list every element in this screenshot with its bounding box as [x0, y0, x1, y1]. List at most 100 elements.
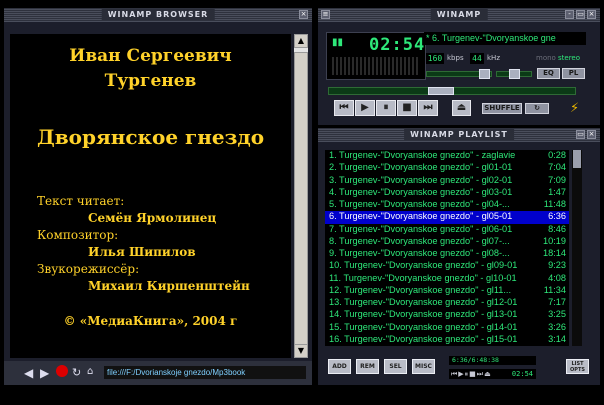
home-icon[interactable]: ⌂	[87, 366, 93, 377]
scroll-up-icon[interactable]: ▲	[294, 34, 308, 48]
playlist-item[interactable]: 14. Turgenev-"Dvoryanskoe gnezdo" - gl13…	[325, 309, 569, 321]
stop-icon[interactable]	[56, 365, 68, 377]
playlist-item[interactable]: 16. Turgenev-"Dvoryanskoe gnezdo" - gl15…	[325, 334, 569, 346]
balance-slider[interactable]	[496, 69, 532, 79]
playlist-item[interactable]: 10. Turgenev-"Dvoryanskoe gnezdo" - gl09…	[325, 260, 569, 272]
copyright-text: © «МедиаКнига», 2004 г	[63, 314, 238, 328]
eject-icon[interactable]: ⏏	[452, 100, 471, 116]
playlist-toggle-button[interactable]: PL	[562, 68, 585, 79]
reader-label: Текст читает:	[37, 194, 125, 208]
playlist-item[interactable]: 6. Turgenev-"Dvoryanskoe gnezdo" - gl05-…	[325, 211, 569, 224]
visualizer[interactable]	[332, 57, 418, 75]
playlist-item-title: 16. Turgenev-"Dvoryanskoe gnezdo" - gl15…	[329, 333, 518, 344]
playlist-item[interactable]: 5. Turgenev-"Dvoryanskoe gnezdo" - gl04-…	[325, 199, 569, 211]
browser-scrollbar[interactable]: ▲ ▼	[294, 34, 308, 358]
playlist-item-duration: 0:28	[548, 150, 566, 160]
sound-engineer-label: Звукорежиссёр:	[37, 262, 140, 276]
main-title: WINAMP	[430, 9, 488, 20]
back-icon[interactable]: ◀	[24, 366, 33, 380]
previous-icon[interactable]: ⏮	[334, 100, 354, 116]
playlist-window: WINAMP PLAYLIST ▭ × 1. Turgenev-"Dvoryan…	[318, 128, 600, 385]
playlist-item[interactable]: 4. Turgenev-"Dvoryanskoe gnezdo" - gl03-…	[325, 187, 569, 199]
playlist-item-title: 4. Turgenev-"Dvoryanskoe gnezdo" - gl03-…	[329, 186, 513, 197]
playlist-item[interactable]: 12. Turgenev-"Dvoryanskoe gnezdo" - gl11…	[325, 285, 569, 297]
select-button[interactable]: SEL	[384, 359, 407, 374]
menu-icon[interactable]: ≡	[321, 10, 330, 19]
playlist-item-title: 9. Turgenev-"Dvoryanskoe gnezdo" - gl08-…	[329, 248, 510, 258]
play-indicator-icon: ▮▮	[332, 37, 344, 48]
forward-icon[interactable]: ▶	[40, 366, 49, 380]
browser-titlebar[interactable]: WINAMP BROWSER ×	[4, 8, 312, 22]
playlist-titlebar[interactable]: WINAMP PLAYLIST ▭ ×	[318, 128, 600, 142]
scroll-thumb[interactable]	[294, 52, 308, 352]
play-icon[interactable]: ▶	[355, 100, 375, 116]
playlist-item[interactable]: 1. Turgenev-"Dvoryanskoe gnezdo" - zagla…	[325, 150, 569, 162]
minimize-icon[interactable]: -	[565, 10, 574, 19]
playlist-scrollbar[interactable]	[572, 150, 582, 346]
stop-icon[interactable]: ■	[397, 100, 417, 116]
eq-button[interactable]: EQ	[537, 68, 560, 79]
list-options-button[interactable]: LIST OPTS	[566, 359, 589, 374]
playlist-item-title: 3. Turgenev-"Dvoryanskoe gnezdo" - gl02-…	[329, 174, 513, 185]
remove-button[interactable]: REM	[356, 359, 379, 374]
sound-engineer-name: Михаил Киршенштейн	[88, 279, 250, 293]
playlist-item[interactable]: 3. Turgenev-"Dvoryanskoe gnezdo" - gl02-…	[325, 175, 569, 187]
playlist-item-duration: 3:26	[548, 321, 566, 332]
playlist-item-duration: 3:25	[548, 309, 566, 320]
scroll-down-icon[interactable]: ▼	[294, 344, 308, 358]
seek-thumb[interactable]	[428, 87, 454, 95]
playlist-item-title: 5. Turgenev-"Dvoryanskoe gnezdo" - gl04-…	[329, 199, 510, 209]
shuffle-button[interactable]: SHUFFLE	[482, 103, 522, 114]
stereo-indicator: stereo	[558, 54, 581, 62]
playlist-scroll-thumb[interactable]	[573, 150, 581, 168]
playlist-item-title: 13. Turgenev-"Dvoryanskoe gnezdo" - gl12…	[329, 297, 518, 307]
playlist-item-title: 10. Turgenev-"Dvoryanskoe gnezdo" - gl09…	[329, 260, 518, 271]
time-display[interactable]: 02:54	[369, 35, 425, 55]
browser-window: WINAMP BROWSER × Иван Сергеевич Тургенев…	[4, 8, 312, 385]
next-icon[interactable]: ⏭	[418, 100, 438, 116]
playlist-item-duration: 8:46	[548, 223, 566, 234]
close-icon[interactable]: ×	[587, 10, 596, 19]
playlist-item-duration: 6:36	[548, 211, 566, 222]
playlist-item[interactable]: 7. Turgenev-"Dvoryanskoe gnezdo" - gl06-…	[325, 224, 569, 236]
volume-slider[interactable]	[426, 69, 492, 79]
reader-name: Семён Ярмолинец	[88, 211, 217, 225]
close-icon[interactable]: ×	[587, 130, 596, 139]
seek-bar[interactable]	[328, 87, 576, 95]
shade-icon[interactable]: ▭	[576, 130, 585, 139]
repeat-icon[interactable]: ↻	[525, 103, 549, 114]
playlist-item-duration: 7:09	[548, 174, 566, 185]
playlist-item-duration: 1:47	[548, 186, 566, 197]
playlist-list: 1. Turgenev-"Dvoryanskoe gnezdo" - zagla…	[325, 150, 569, 346]
mini-time-display: 02:54	[511, 370, 533, 378]
author-first-name: Иван Сергеевич	[69, 46, 232, 66]
playlist-item[interactable]: 15. Turgenev-"Dvoryanskoe gnezdo" - gl14…	[325, 322, 569, 334]
kbps-value: 160	[426, 53, 444, 64]
balance-thumb[interactable]	[509, 69, 520, 79]
playlist-item[interactable]: 2. Turgenev-"Dvoryanskoe gnezdo" - gl01-…	[325, 162, 569, 174]
lightning-icon[interactable]: ⚡	[570, 101, 579, 116]
pause-icon[interactable]: ⏸	[376, 100, 396, 116]
shade-icon[interactable]: ▭	[576, 10, 585, 19]
mini-transport-icons[interactable]: ⏮▶⏸■⏭⏏	[451, 369, 492, 379]
volume-thumb[interactable]	[479, 69, 490, 79]
playlist-item-title: 8. Turgenev-"Dvoryanskoe gnezdo" - gl07-…	[329, 235, 510, 246]
close-icon[interactable]: ×	[299, 10, 308, 19]
mini-controls: ⏮▶⏸■⏭⏏ 02:54	[449, 369, 536, 379]
playlist-title: WINAMP PLAYLIST	[404, 129, 514, 140]
playlist-item[interactable]: 8. Turgenev-"Dvoryanskoe gnezdo" - gl07-…	[325, 236, 569, 248]
kbps-label: kbps	[447, 54, 464, 62]
add-button[interactable]: ADD	[328, 359, 351, 374]
playlist-item-duration: 7:04	[548, 162, 566, 173]
misc-button[interactable]: MISC	[412, 359, 435, 374]
playlist-item[interactable]: 13. Turgenev-"Dvoryanskoe gnezdo" - gl12…	[325, 297, 569, 309]
playlist-item-duration: 7:17	[548, 297, 566, 307]
url-field[interactable]: file:///F:/Dvorianskoje gnezdo/Mp3book	[104, 366, 306, 379]
refresh-icon[interactable]: ↻	[72, 366, 81, 379]
main-window: ≡ WINAMP - ▭ × ▮▮ 02:54 * 6. Turgenev-"D…	[318, 8, 600, 125]
playlist-item[interactable]: 11. Turgenev-"Dvoryanskoe gnezdo" - gl10…	[325, 273, 569, 285]
mono-indicator: mono	[536, 54, 556, 62]
main-titlebar[interactable]: ≡ WINAMP - ▭ ×	[318, 8, 600, 22]
playlist-item[interactable]: 9. Turgenev-"Dvoryanskoe gnezdo" - gl08-…	[325, 248, 569, 260]
song-ticker[interactable]: * 6. Turgenev-"Dvoryanskoe gne	[424, 32, 586, 45]
